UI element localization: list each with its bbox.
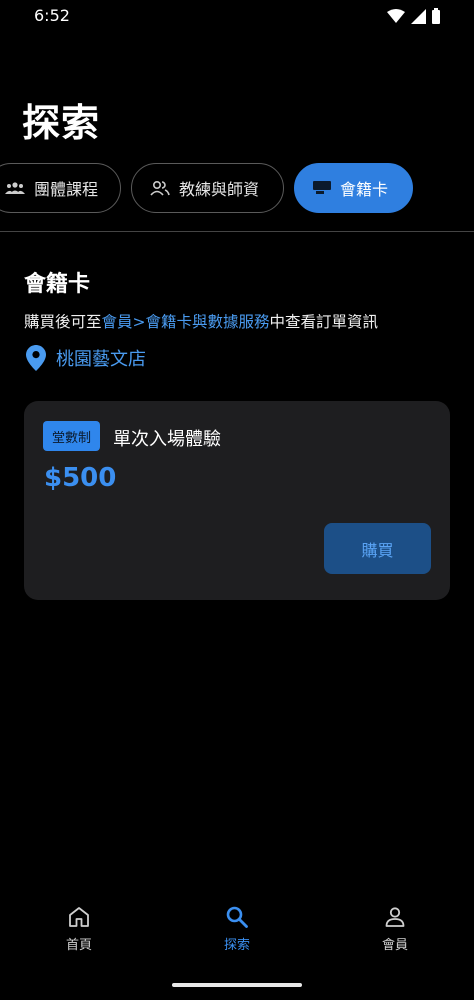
people-icon xyxy=(150,180,170,196)
card-type-badge: 堂數制 xyxy=(43,421,101,451)
status-icons xyxy=(387,8,440,24)
nav-label: 首頁 xyxy=(65,938,92,953)
location-selector[interactable]: 桃園藝文店 xyxy=(26,345,146,371)
card-name: 單次入場體驗 xyxy=(113,429,221,450)
location-pin-icon xyxy=(26,345,46,371)
tab-label: 團體課程 xyxy=(34,180,99,199)
search-icon xyxy=(226,906,248,928)
home-indicator[interactable] xyxy=(172,983,302,987)
signal-icon xyxy=(411,8,426,24)
nav-home[interactable]: 首頁 xyxy=(39,905,119,953)
tab-label: 會籍卡 xyxy=(340,180,389,199)
membership-services-link[interactable]: 會員>會籍卡與數據服務 xyxy=(102,313,270,331)
status-time: 6:52 xyxy=(34,6,70,25)
person-icon xyxy=(385,907,405,927)
section-title: 會籍卡 xyxy=(24,272,91,297)
desc-suffix: 中查看訂單資訊 xyxy=(269,313,379,331)
status-bar: 6:52 xyxy=(0,0,474,32)
group-icon xyxy=(5,181,25,195)
card-icon xyxy=(313,181,331,195)
tab-bar: 團體課程 教練與師資 會籍卡 xyxy=(0,163,474,213)
tab-label: 教練與師資 xyxy=(179,180,260,199)
wifi-icon xyxy=(387,9,405,23)
nav-explore[interactable]: 探索 xyxy=(197,905,277,953)
nav-member[interactable]: 會員 xyxy=(355,905,435,953)
card-price: $500 xyxy=(44,463,117,493)
battery-icon xyxy=(432,8,440,24)
nav-label: 會員 xyxy=(381,938,408,953)
page-title: 探索 xyxy=(22,101,101,145)
nav-label: 探索 xyxy=(223,938,250,953)
tab-group-classes[interactable]: 團體課程 xyxy=(0,163,121,213)
bottom-navigation: 首頁 探索 會員 xyxy=(0,905,474,965)
divider xyxy=(0,231,474,232)
membership-card-item: 堂數制 單次入場體驗 $500 購買 xyxy=(24,401,450,600)
tab-coaches[interactable]: 教練與師資 xyxy=(131,163,284,213)
tab-membership-card[interactable]: 會籍卡 xyxy=(294,163,413,213)
desc-prefix: 購買後可至 xyxy=(24,313,102,331)
location-name: 桃園藝文店 xyxy=(56,349,146,370)
buy-button[interactable]: 購買 xyxy=(324,523,431,574)
section-description: 購買後可至會員>會籍卡與數據服務中查看訂單資訊 xyxy=(24,310,378,332)
home-icon xyxy=(69,907,89,927)
